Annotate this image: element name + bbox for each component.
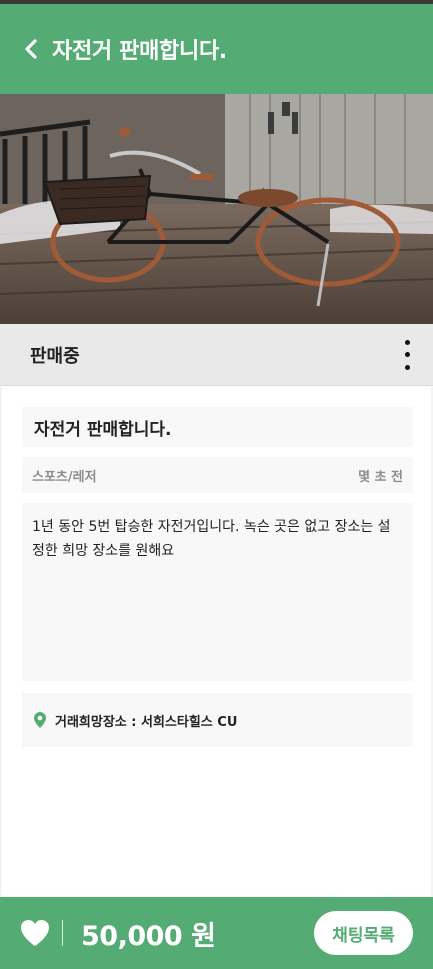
post-description: 1년 동안 5번 탑승한 자전거입니다. 녹슨 곳은 없고 장소는 설정한 희망… [32,519,391,559]
post-category: 스포츠/레저 [32,469,97,485]
post-title-card: 자전거 판매합니다. [22,407,413,447]
chat-list-button[interactable]: 채팅목록 [314,911,413,955]
post-description-card: 1년 동안 5번 탑승한 자전거입니다. 녹슨 곳은 없고 장소는 설정한 희망… [22,503,413,681]
sale-status-bar: 판매중 [0,324,433,386]
heart-icon[interactable] [20,919,50,947]
post-time: 몇 초 전 [358,469,403,485]
more-vertical-icon[interactable] [401,339,413,370]
map-pin-icon [34,712,46,728]
page-title: 자전거 판매합니다. [52,39,227,64]
product-photo[interactable] [0,94,433,324]
bottom-bar: 50,000 원 채팅목록 [0,897,433,969]
post-title: 자전거 판매합니다. [34,419,172,440]
app-header: 자전거 판매합니다. [0,4,433,94]
post-content: 자전거 판매합니다. 스포츠/레저 몇 초 전 1년 동안 5번 탑승한 자전거… [0,387,433,897]
divider [62,920,63,946]
price: 50,000 원 [81,920,216,952]
sale-status-label: 판매중 [30,345,80,367]
chevron-left-icon[interactable] [20,37,42,61]
post-meta: 스포츠/레저 몇 초 전 [22,457,413,493]
location-card: 거래희망장소 : 서희스타힐스 CU [22,693,413,747]
location-text: 거래희망장소 : 서희스타힐스 CU [55,714,238,730]
